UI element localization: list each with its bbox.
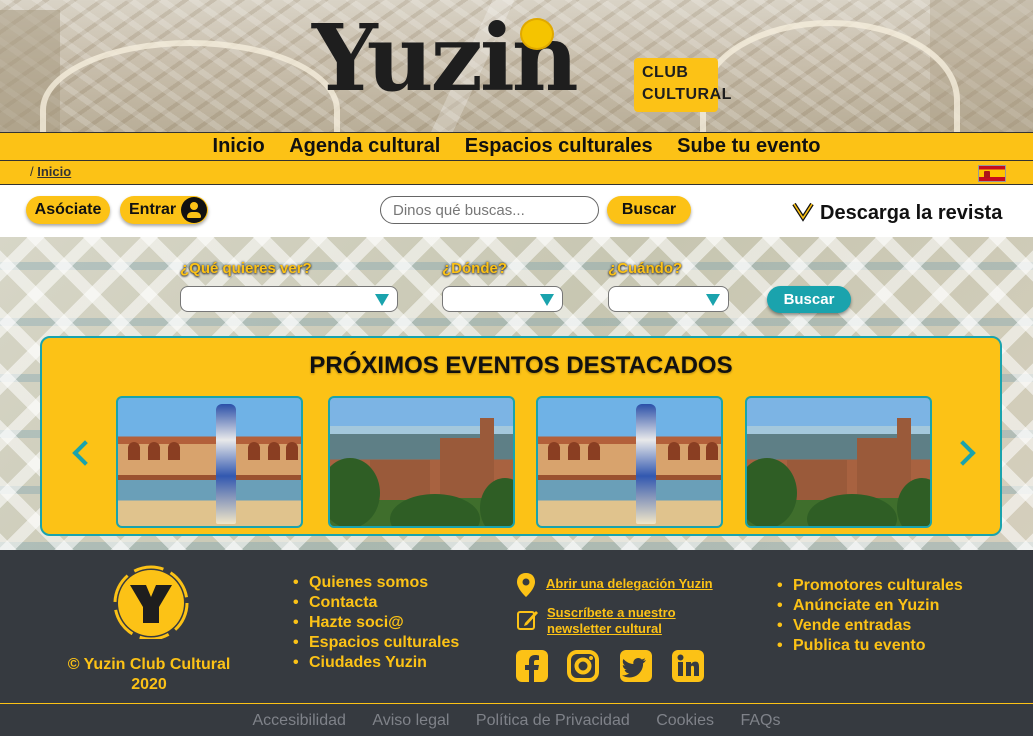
footer-link-contacta[interactable]: Contacta xyxy=(293,593,459,613)
copyright: © Yuzin Club Cultural 2020 xyxy=(40,655,258,695)
login-button[interactable]: Entrar xyxy=(120,196,208,224)
filter-search-button[interactable]: Buscar xyxy=(767,286,851,313)
footer-links-col-1: Quienes somos Contacta Hazte soci@ Espac… xyxy=(293,573,459,673)
dropdown-arrow-icon xyxy=(540,294,554,306)
copyright-line-1: © Yuzin Club Cultural xyxy=(67,656,231,673)
breadcrumb: / Inicio xyxy=(30,164,71,179)
location-pin-icon xyxy=(517,573,535,597)
linkedin-icon[interactable] xyxy=(671,649,705,683)
facebook-icon[interactable] xyxy=(515,649,549,683)
join-button[interactable]: Asóciate xyxy=(26,196,110,224)
footer-link-quienes-somos[interactable]: Quienes somos xyxy=(293,573,459,593)
legal-link-aviso-legal[interactable]: Aviso legal xyxy=(372,712,449,729)
logo-mark-icon xyxy=(520,18,554,50)
filter-label-what: ¿Qué quieres ver? xyxy=(180,260,312,277)
nav-item-agenda-cultural[interactable]: Agenda cultural xyxy=(289,133,440,159)
plaza-de-espana-image xyxy=(216,404,236,524)
carousel-next-icon[interactable] xyxy=(950,440,976,466)
page: Yuzin CLUB CULTURAL Inicio Agenda cultur… xyxy=(0,0,1033,736)
edit-icon xyxy=(517,611,538,630)
event-card-2[interactable] xyxy=(328,396,515,528)
login-label: Entrar xyxy=(129,201,177,218)
footer-link-vende-entradas[interactable]: Vende entradas xyxy=(777,616,963,636)
yuzin-logo[interactable]: Yuzin CLUB CULTURAL xyxy=(312,12,731,118)
user-icon xyxy=(181,197,207,223)
nav-item-espacios-culturales[interactable]: Espacios culturales xyxy=(465,133,653,159)
yuzin-footer-logo-icon[interactable] xyxy=(110,565,192,639)
toolbar: Asóciate Entrar Buscar Descarga la revis… xyxy=(0,185,1033,237)
twitter-icon[interactable] xyxy=(619,649,653,683)
footer-link-hazte-socio[interactable]: Hazte soci@ xyxy=(293,613,459,633)
featured-events-carousel: PRÓXIMOS EVENTOS DESTACADOS xyxy=(40,336,1002,536)
main-nav: Inicio Agenda cultural Espacios cultural… xyxy=(0,132,1033,161)
nav-item-inicio[interactable]: Inicio xyxy=(213,133,265,159)
download-magazine-label: Descarga la revista xyxy=(820,202,1003,224)
footer-link-promotores-culturales[interactable]: Promotores culturales xyxy=(777,576,963,596)
plaza-de-espana-image xyxy=(636,404,656,524)
footer-link-espacios-culturales[interactable]: Espacios culturales xyxy=(293,633,459,653)
event-card-3[interactable] xyxy=(536,396,723,528)
filter-select-where[interactable] xyxy=(442,286,563,312)
filter-select-what[interactable] xyxy=(180,286,398,312)
newsletter-line-2: newsletter cultural xyxy=(547,621,662,636)
legal-links: Accesibilidad Aviso legal Política de Pr… xyxy=(0,712,1033,730)
chevron-down-icon xyxy=(792,202,814,222)
footer-link-publica-evento[interactable]: Publica tu evento xyxy=(777,636,963,656)
footer-divider xyxy=(0,703,1033,704)
footer: © Yuzin Club Cultural 2020 Quienes somos… xyxy=(0,550,1033,736)
search-button[interactable]: Buscar xyxy=(607,196,691,224)
filter-label-when: ¿Cuándo? xyxy=(608,260,683,277)
spain-flag-icon[interactable] xyxy=(978,165,1006,182)
newsletter-link[interactable]: Suscríbete a nuestro newsletter cultural xyxy=(547,605,676,637)
open-delegation-link[interactable]: Abrir una delegación Yuzin xyxy=(546,576,713,592)
dropdown-arrow-icon xyxy=(375,294,389,306)
breadcrumb-link-inicio[interactable]: Inicio xyxy=(37,164,71,179)
filter-select-when[interactable] xyxy=(608,286,729,312)
nav-item-sube-tu-evento[interactable]: Sube tu evento xyxy=(677,133,820,159)
header-banner: Yuzin CLUB CULTURAL xyxy=(0,0,1033,132)
footer-links-col-3: Promotores culturales Anúnciate en Yuzin… xyxy=(777,576,963,656)
dropdown-arrow-icon xyxy=(706,294,720,306)
carousel-prev-icon[interactable] xyxy=(72,440,98,466)
legal-link-privacidad[interactable]: Política de Privacidad xyxy=(476,712,630,729)
event-card-1[interactable] xyxy=(116,396,303,528)
footer-link-ciudades-yuzin[interactable]: Ciudades Yuzin xyxy=(293,653,459,673)
legal-link-cookies[interactable]: Cookies xyxy=(656,712,714,729)
featured-title: PRÓXIMOS EVENTOS DESTACADOS xyxy=(309,352,733,379)
filter-label-where: ¿Dónde? xyxy=(442,260,507,277)
breadcrumb-separator: / xyxy=(30,164,34,179)
newsletter-line-1: Suscríbete a nuestro xyxy=(547,605,676,620)
instagram-icon[interactable] xyxy=(566,649,600,683)
event-card-4[interactable] xyxy=(745,396,932,528)
event-filter-section: ¿Qué quieres ver? ¿Dónde? ¿Cuándo? Busca… xyxy=(0,237,1033,550)
copyright-year: 2020 xyxy=(131,676,167,693)
logo-tagline: CLUB CULTURAL xyxy=(634,58,731,112)
search-input[interactable] xyxy=(380,196,599,224)
legal-link-accesibilidad[interactable]: Accesibilidad xyxy=(253,712,346,729)
footer-link-anunciate[interactable]: Anúnciate en Yuzin xyxy=(777,596,963,616)
download-magazine-link[interactable]: Descarga la revista xyxy=(792,200,1002,225)
legal-link-faqs[interactable]: FAQs xyxy=(740,712,780,729)
breadcrumb-bar: / Inicio xyxy=(0,161,1033,185)
